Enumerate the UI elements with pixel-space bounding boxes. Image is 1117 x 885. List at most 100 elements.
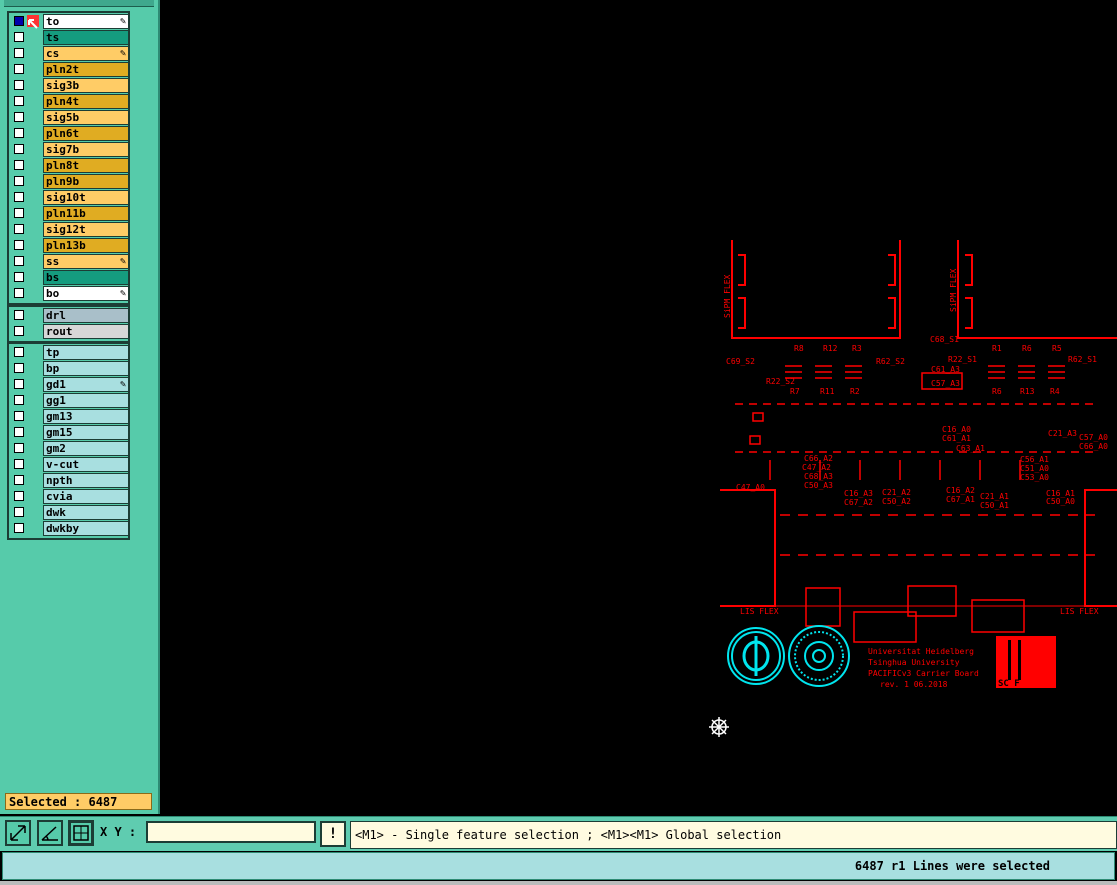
layer-row-dwkby[interactable]: dwkby [9,520,129,536]
layer-checkbox[interactable] [14,443,24,453]
graphic-canvas[interactable]: SiPM FLEX SiPM FLEX LIS FLEX LIS FLEX R8… [160,0,1117,814]
layer-checkbox[interactable] [14,32,24,42]
layer-row-gd1[interactable]: gd1 ✎ [9,376,129,392]
layer-checkbox[interactable] [14,395,24,405]
layer-name[interactable]: pln8t [43,158,129,173]
layer-row-pln8t[interactable]: pln8t [9,157,129,173]
layer-row-to[interactable]: to ✎ [9,13,129,29]
layer-row-sig12t[interactable]: sig12t [9,221,129,237]
layer-checkbox[interactable] [14,112,24,122]
layer-checkbox[interactable] [14,310,24,320]
layer-row-npth[interactable]: npth [9,472,129,488]
layer-row-sig7b[interactable]: sig7b [9,141,129,157]
layer-name[interactable]: gd1 ✎ [43,377,129,392]
layer-name[interactable]: bp [43,361,129,376]
layer-checkbox[interactable] [14,64,24,74]
layer-row-pln2t[interactable]: pln2t [9,61,129,77]
layer-checkbox[interactable] [14,176,24,186]
layer-row-pln11b[interactable]: pln11b [9,205,129,221]
layer-row-dwk[interactable]: dwk [9,504,129,520]
layer-name[interactable]: sig10t [43,190,129,205]
layer-name[interactable]: cvia [43,489,129,504]
layer-row-cs[interactable]: cs ✎ [9,45,129,61]
layer-name[interactable]: gm15 [43,425,129,440]
layer-checkbox[interactable] [14,48,24,58]
message-button[interactable]: ! [320,821,346,847]
layer-name[interactable]: gm13 [43,409,129,424]
layer-name[interactable]: dwkby [43,521,129,536]
layer-row-bp[interactable]: bp [9,360,129,376]
layer-name[interactable]: pln9b [43,174,129,189]
layer-row-gm13[interactable]: gm13 [9,408,129,424]
layer-name[interactable]: to ✎ [43,14,129,29]
layer-row-bs[interactable]: bs [9,269,129,285]
layer-row-sig3b[interactable]: sig3b [9,77,129,93]
layer-checkbox[interactable] [14,326,24,336]
layer-row-gm15[interactable]: gm15 [9,424,129,440]
layer-row-pln4t[interactable]: pln4t [9,93,129,109]
layer-name[interactable]: pln13b [43,238,129,253]
layer-name[interactable]: v-cut [43,457,129,472]
layer-name[interactable]: ts [43,30,129,45]
layer-row-sig5b[interactable]: sig5b [9,109,129,125]
layer-name[interactable]: pln4t [43,94,129,109]
layer-name[interactable]: pln6t [43,126,129,141]
layer-row-rout[interactable]: rout [9,323,129,339]
layer-name[interactable]: bs [43,270,129,285]
layer-row-gm2[interactable]: gm2 [9,440,129,456]
layer-checkbox[interactable] [14,240,24,250]
layer-row-sig10t[interactable]: sig10t [9,189,129,205]
layer-row-pln13b[interactable]: pln13b [9,237,129,253]
layer-checkbox[interactable] [14,475,24,485]
layer-checkbox[interactable] [14,160,24,170]
layer-name[interactable]: cs ✎ [43,46,129,61]
layer-checkbox[interactable] [14,224,24,234]
layer-name[interactable]: pln11b [43,206,129,221]
layer-checkbox[interactable] [14,347,24,357]
layer-checkbox[interactable] [14,459,24,469]
zoom-region-button[interactable] [5,820,31,846]
layer-checkbox[interactable] [14,96,24,106]
layer-name[interactable]: tp [43,345,129,360]
layer-checkbox[interactable] [14,208,24,218]
layer-name[interactable]: sig5b [43,110,129,125]
layer-checkbox[interactable] [14,363,24,373]
layer-checkbox[interactable] [14,411,24,421]
layer-name[interactable]: gg1 [43,393,129,408]
layer-name[interactable]: ss ✎ [43,254,129,269]
layer-row-drl[interactable]: drl [9,307,129,323]
layer-name[interactable]: npth [43,473,129,488]
layer-checkbox[interactable] [14,491,24,501]
layer-name[interactable]: sig12t [43,222,129,237]
layer-checkbox[interactable] [14,507,24,517]
layer-checkbox[interactable] [14,379,24,389]
measure-angle-button[interactable] [37,820,63,846]
layer-row-ts[interactable]: ts [9,29,129,45]
layer-checkbox[interactable] [14,288,24,298]
layer-row-ss[interactable]: ss ✎ [9,253,129,269]
layer-name[interactable]: gm2 [43,441,129,456]
layer-checkbox[interactable] [14,80,24,90]
layer-row-pln6t[interactable]: pln6t [9,125,129,141]
layer-name[interactable]: drl [43,308,129,323]
layer-row-tp[interactable]: tp [9,344,129,360]
layer-checkbox[interactable] [14,272,24,282]
layer-name[interactable]: rout [43,324,129,339]
layer-checkbox[interactable] [14,427,24,437]
layer-row-v-cut[interactable]: v-cut [9,456,129,472]
layer-checkbox[interactable] [14,192,24,202]
layer-row-cvia[interactable]: cvia [9,488,129,504]
layer-row-pln9b[interactable]: pln9b [9,173,129,189]
layer-checkbox[interactable] [14,523,24,533]
layer-name[interactable]: pln2t [43,62,129,77]
xy-coordinate-input[interactable] [146,821,316,843]
pcb-drawing[interactable]: SiPM FLEX SiPM FLEX LIS FLEX LIS FLEX R8… [160,0,1117,814]
grid-snap-button[interactable] [68,820,94,846]
layer-checkbox[interactable] [14,128,24,138]
layer-row-gg1[interactable]: gg1 [9,392,129,408]
layer-name[interactable]: sig7b [43,142,129,157]
layer-name[interactable]: dwk [43,505,129,520]
layer-checkbox[interactable] [14,16,24,26]
layer-name[interactable]: bo ✎ [43,286,129,301]
layer-row-bo[interactable]: bo ✎ [9,285,129,301]
